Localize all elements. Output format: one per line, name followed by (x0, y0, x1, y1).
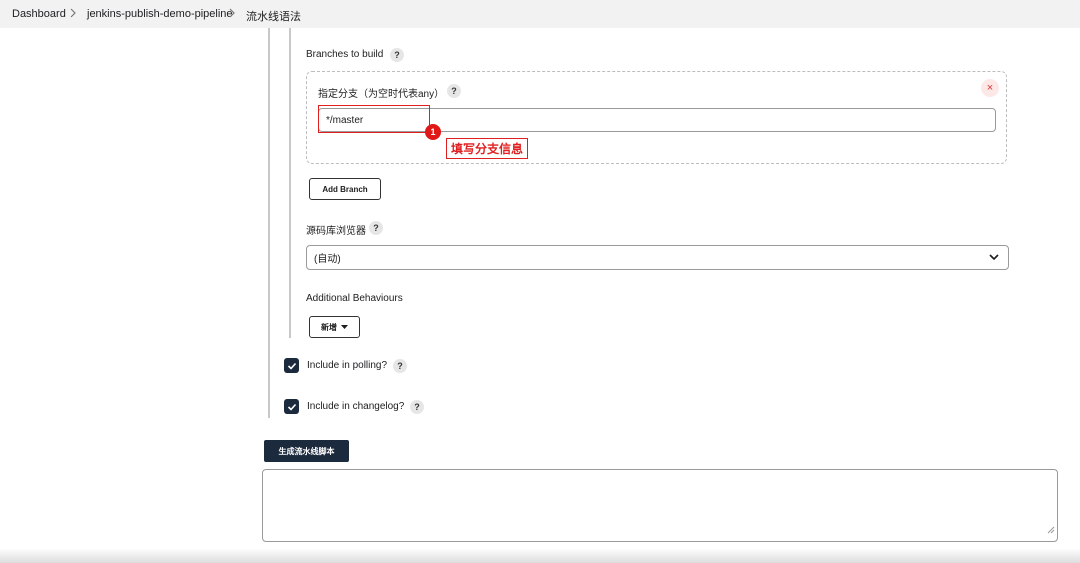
check-icon (287, 362, 296, 370)
section-divider-inner (289, 28, 291, 338)
branches-to-build-label: Branches to build (306, 49, 384, 60)
chevron-right-icon (69, 6, 77, 23)
include-in-polling-label: Include in polling? (307, 360, 388, 371)
page-bottom-shadow (0, 548, 1080, 563)
additional-behaviours-label: Additional Behaviours (306, 293, 403, 304)
repository-browser-label: 源码库浏览器 (306, 226, 366, 237)
help-icon[interactable]: ? (410, 400, 424, 414)
annotation-number-badge: 1 (425, 124, 441, 140)
caret-down-icon (341, 324, 348, 330)
help-icon[interactable]: ? (447, 84, 461, 98)
breadcrumb: Dashboard jenkins-publish-demo-pipeline … (0, 0, 1080, 28)
generate-pipeline-script-button[interactable]: 生成流水线脚本 (264, 440, 349, 462)
repository-browser-select[interactable]: (自动) (306, 245, 1009, 270)
chevron-down-icon (988, 251, 1000, 266)
annotation-label: 填写分支信息 (446, 138, 529, 159)
add-behaviour-button[interactable]: 新增 (309, 316, 360, 338)
include-in-polling-checkbox[interactable] (284, 358, 299, 373)
help-icon[interactable]: ? (393, 359, 407, 373)
chevron-right-icon (228, 6, 236, 23)
check-icon (287, 403, 296, 411)
add-branch-button[interactable]: Add Branch (309, 178, 381, 200)
annotation-highlight-box (318, 105, 430, 133)
breadcrumb-pipeline[interactable]: jenkins-publish-demo-pipeline (87, 8, 233, 20)
close-icon[interactable]: × (981, 79, 999, 97)
section-divider-outer (268, 28, 270, 418)
breadcrumb-pipeline-syntax[interactable]: 流水线语法 (246, 8, 301, 24)
include-in-changelog-checkbox[interactable] (284, 399, 299, 414)
generated-script-textarea[interactable] (262, 469, 1058, 542)
help-icon[interactable]: ? (369, 221, 383, 235)
breadcrumb-dashboard[interactable]: Dashboard (12, 8, 66, 20)
branch-specifier-label: 指定分支（为空时代表any） (318, 89, 445, 100)
help-icon[interactable]: ? (390, 48, 404, 62)
repository-browser-selected: (自动) (314, 254, 341, 265)
add-behaviour-label: 新增 (321, 322, 337, 332)
include-in-changelog-label: Include in changelog? (307, 401, 405, 412)
resize-grip-icon[interactable] (1047, 521, 1055, 539)
